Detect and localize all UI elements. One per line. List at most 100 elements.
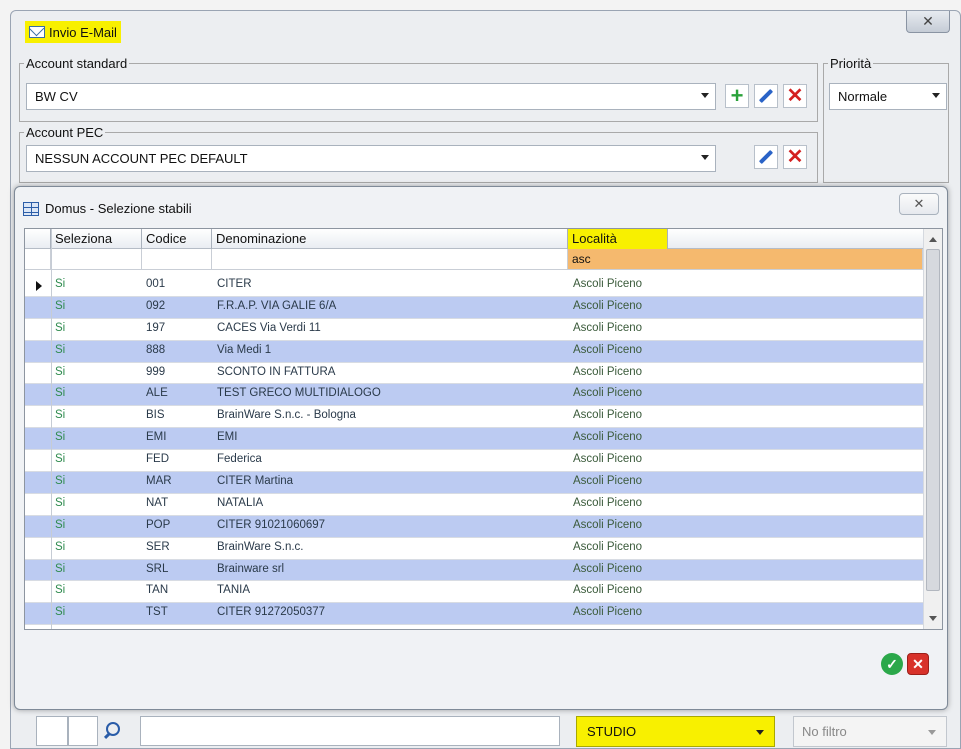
cell-seleziona[interactable]: Si — [55, 278, 140, 290]
filter-localita[interactable]: asc — [568, 249, 923, 269]
cell-localita[interactable]: Ascoli Piceno — [573, 387, 913, 399]
cell-denominazione[interactable]: TANIA — [217, 584, 567, 596]
studio-select[interactable]: STUDIO — [576, 716, 775, 747]
cell-localita[interactable]: Ascoli Piceno — [573, 584, 913, 596]
cell-seleziona[interactable]: Si — [55, 606, 140, 618]
cell-localita[interactable]: Ascoli Piceno — [573, 300, 913, 312]
cell-codice[interactable]: FED — [146, 453, 211, 465]
cell-denominazione[interactable]: Federica — [217, 453, 567, 465]
cell-codice[interactable]: ALE — [146, 387, 211, 399]
bottom-search-input[interactable] — [140, 716, 560, 746]
delete-account-button[interactable]: ✕ — [783, 84, 807, 108]
filter-denominazione[interactable] — [212, 249, 568, 269]
cell-codice[interactable]: NAT — [146, 497, 211, 509]
cell-localita[interactable]: Ascoli Piceno — [573, 322, 913, 334]
cell-codice[interactable]: 197 — [146, 322, 211, 334]
search-icon[interactable] — [103, 722, 121, 740]
cell-codice[interactable]: 999 — [146, 366, 211, 378]
cell-denominazione[interactable]: SCONTO IN FATTURA — [217, 366, 567, 378]
cell-localita[interactable]: Ascoli Piceno — [573, 606, 913, 618]
cell-denominazione[interactable]: CITER Martina — [217, 475, 567, 487]
cell-seleziona[interactable]: Si — [55, 584, 140, 596]
account-standard-select[interactable]: BW CV — [26, 83, 716, 110]
cell-denominazione[interactable]: F.R.A.P. VIA GALIE 6/A — [217, 300, 567, 312]
cell-seleziona[interactable]: Si — [55, 409, 140, 421]
edit-account-button[interactable] — [754, 84, 778, 108]
cell-localita[interactable]: Ascoli Piceno — [573, 344, 913, 356]
cell-localita[interactable]: Ascoli Piceno — [573, 431, 913, 443]
scroll-up-icon[interactable] — [929, 237, 937, 242]
cell-codice[interactable]: SRL — [146, 563, 211, 575]
cell-localita[interactable]: Ascoli Piceno — [573, 519, 913, 531]
priority-select[interactable]: Normale — [829, 83, 947, 110]
cell-localita[interactable]: Ascoli Piceno — [573, 497, 913, 509]
edit-pec-button[interactable] — [754, 145, 778, 169]
cell-denominazione[interactable]: CITER 91021060697 — [217, 519, 567, 531]
table-row[interactable]: Si 001 CITER Ascoli Piceno — [25, 275, 923, 297]
table-row[interactable]: Si POP CITER 91021060697 Ascoli Piceno — [25, 515, 923, 538]
cell-denominazione[interactable]: CITER 91272050377 — [217, 606, 567, 618]
cell-localita[interactable]: Ascoli Piceno — [573, 453, 913, 465]
column-header-seleziona[interactable]: Seleziona — [51, 229, 142, 249]
table-row[interactable]: Si NAT NATALIA Ascoli Piceno — [25, 494, 923, 516]
table-row[interactable]: Si SRL Brainware srl Ascoli Piceno — [25, 559, 923, 582]
filter-codice[interactable] — [142, 249, 212, 269]
cell-localita[interactable]: Ascoli Piceno — [573, 409, 913, 421]
cell-codice[interactable]: MAR — [146, 475, 211, 487]
cell-localita[interactable]: Ascoli Piceno — [573, 563, 913, 575]
cell-denominazione[interactable]: EMI — [217, 431, 567, 443]
column-header-denominazione[interactable]: Denominazione — [212, 229, 568, 249]
table-row[interactable]: Si SER BrainWare S.n.c. Ascoli Piceno — [25, 538, 923, 560]
cell-seleziona[interactable]: Si — [55, 519, 140, 531]
cell-seleziona[interactable]: Si — [55, 387, 140, 399]
dialog-close-button[interactable]: ✕ — [899, 193, 939, 215]
cell-localita[interactable]: Ascoli Piceno — [573, 366, 913, 378]
delete-pec-button[interactable]: ✕ — [783, 145, 807, 169]
table-row[interactable]: Si 092 F.R.A.P. VIA GALIE 6/A Ascoli Piceno — [25, 296, 923, 319]
table-row[interactable]: Si 888 Via Medi 1 Ascoli Piceno — [25, 340, 923, 363]
cell-denominazione[interactable]: NATALIA — [217, 497, 567, 509]
scroll-thumb[interactable] — [926, 249, 940, 591]
cell-localita[interactable]: Ascoli Piceno — [573, 278, 913, 290]
cell-codice[interactable]: 092 — [146, 300, 211, 312]
add-account-button[interactable]: + — [725, 84, 749, 108]
cell-denominazione[interactable]: BrainWare S.n.c. - Bologna — [217, 409, 567, 421]
cell-localita[interactable]: Ascoli Piceno — [573, 541, 913, 553]
filter-select[interactable]: No filtro — [793, 716, 947, 747]
cancel-button[interactable]: ✕ — [907, 653, 929, 675]
confirm-button[interactable]: ✓ — [881, 653, 903, 675]
table-row[interactable]: Si FED Federica Ascoli Piceno — [25, 450, 923, 473]
cell-seleziona[interactable]: Si — [55, 475, 140, 487]
column-header-localita[interactable]: Località — [568, 229, 668, 249]
cell-codice[interactable]: POP — [146, 519, 211, 531]
cell-codice[interactable]: TAN — [146, 584, 211, 596]
window-close-button[interactable]: ✕ — [906, 11, 950, 33]
cell-codice[interactable]: EMI — [146, 431, 211, 443]
table-row[interactable]: Si 197 CACES Via Verdi 11 Ascoli Piceno — [25, 319, 923, 341]
table-row[interactable]: Si TAN TANIA Ascoli Piceno — [25, 581, 923, 604]
bottom-field-2[interactable] — [68, 716, 98, 746]
cell-denominazione[interactable]: CACES Via Verdi 11 — [217, 322, 567, 334]
cell-seleziona[interactable]: Si — [55, 541, 140, 553]
cell-seleziona[interactable]: Si — [55, 453, 140, 465]
cell-denominazione[interactable]: Brainware srl — [217, 563, 567, 575]
cell-seleziona[interactable]: Si — [55, 344, 140, 356]
column-header-codice[interactable]: Codice — [142, 229, 212, 249]
cell-denominazione[interactable]: CITER — [217, 278, 567, 290]
cell-codice[interactable]: 888 — [146, 344, 211, 356]
cell-denominazione[interactable]: BrainWare S.n.c. — [217, 541, 567, 553]
bottom-field-1[interactable] — [36, 716, 68, 746]
table-row[interactable]: Si ALE TEST GRECO MULTIDIALOGO Ascoli Picen… — [25, 384, 923, 407]
cell-seleziona[interactable]: Si — [55, 366, 140, 378]
cell-denominazione[interactable]: Via Medi 1 — [217, 344, 567, 356]
cell-codice[interactable]: SER — [146, 541, 211, 553]
cell-localita[interactable]: Ascoli Piceno — [573, 475, 913, 487]
cell-denominazione[interactable]: TEST GRECO MULTIDIALOGO — [217, 387, 567, 399]
cell-seleziona[interactable]: Si — [55, 322, 140, 334]
table-row[interactable]: Si EMI EMI Ascoli Piceno — [25, 428, 923, 451]
cell-codice[interactable]: BIS — [146, 409, 211, 421]
cell-codice[interactable]: TST — [146, 606, 211, 618]
account-pec-select[interactable]: NESSUN ACCOUNT PEC DEFAULT — [26, 145, 716, 172]
cell-seleziona[interactable]: Si — [55, 300, 140, 312]
filter-seleziona[interactable] — [51, 249, 142, 269]
